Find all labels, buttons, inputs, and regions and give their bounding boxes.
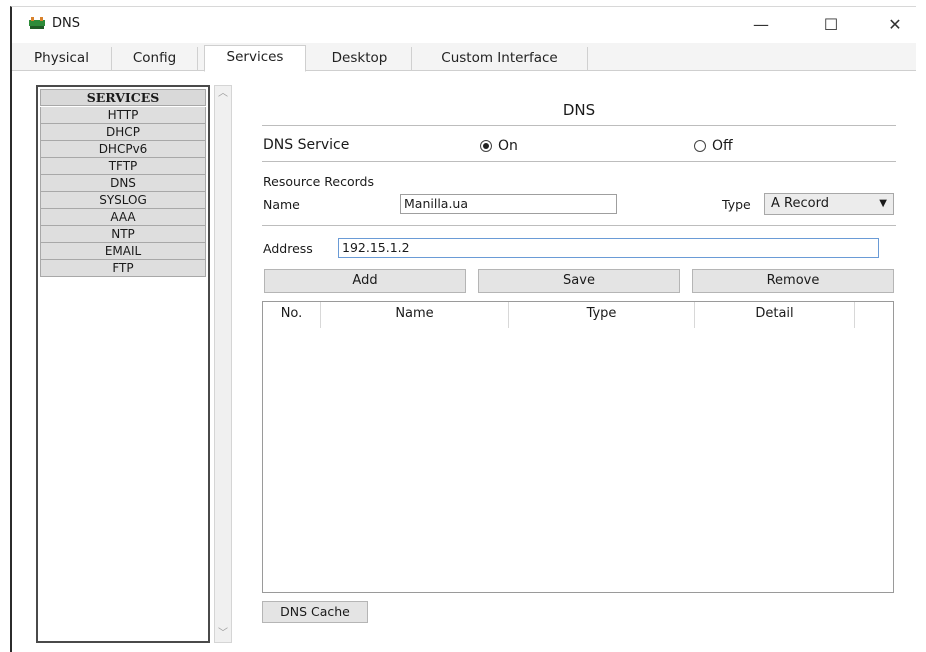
dns-off-label: Off: [712, 138, 733, 154]
tab-custom-interface[interactable]: Custom Interface: [412, 47, 588, 71]
tab-physical[interactable]: Physical: [12, 47, 112, 71]
service-item-ftp[interactable]: FTP: [40, 260, 206, 277]
column-header-detail[interactable]: Detail: [695, 302, 855, 328]
close-button[interactable]: ✕: [872, 7, 918, 41]
dns-window: DNS — ☐ ✕ Physical Config Services Deskt…: [10, 6, 916, 652]
column-header-type[interactable]: Type: [509, 302, 695, 328]
service-item-aaa[interactable]: AAA: [40, 209, 206, 226]
remove-button[interactable]: Remove: [692, 269, 894, 293]
type-select[interactable]: A Record ▼: [764, 193, 894, 215]
radio-checked-icon[interactable]: [480, 140, 492, 152]
name-input[interactable]: Manilla.ua: [400, 194, 617, 214]
dns-on-radio[interactable]: On: [480, 138, 518, 154]
services-list: SERVICES HTTP DHCP DHCPv6 TFTP DNS SYSLO…: [36, 85, 210, 643]
service-item-syslog[interactable]: SYSLOG: [40, 192, 206, 209]
maximize-button[interactable]: ☐: [808, 7, 854, 41]
dns-on-label: On: [498, 138, 518, 154]
dns-off-radio[interactable]: Off: [694, 138, 733, 154]
dropdown-arrow-icon[interactable]: ▼: [879, 194, 887, 214]
dns-panel-title: DNS: [562, 101, 596, 119]
address-label: Address: [263, 241, 313, 256]
network-device-icon: [29, 17, 45, 29]
resource-records-label: Resource Records: [263, 174, 374, 189]
name-label: Name: [263, 197, 300, 212]
dns-service-label: DNS Service: [263, 137, 350, 153]
dns-cache-button[interactable]: DNS Cache: [262, 601, 368, 623]
scroll-down-icon[interactable]: ﹀: [215, 626, 231, 642]
services-header: SERVICES: [40, 89, 206, 106]
window-title: DNS: [52, 16, 80, 31]
service-item-dns[interactable]: DNS: [40, 175, 206, 192]
save-button[interactable]: Save: [478, 269, 680, 293]
column-header-name[interactable]: Name: [321, 302, 509, 328]
services-scrollbar[interactable]: ︿ ﹀: [214, 85, 232, 643]
add-button[interactable]: Add: [264, 269, 466, 293]
divider: [262, 125, 896, 126]
dns-records-table[interactable]: No. Name Type Detail: [262, 301, 894, 593]
service-item-dhcp[interactable]: DHCP: [40, 124, 206, 141]
tab-bar: Physical Config Services Desktop Custom …: [12, 43, 916, 72]
radio-unchecked-icon[interactable]: [694, 140, 706, 152]
service-item-tftp[interactable]: TFTP: [40, 158, 206, 175]
address-input[interactable]: 192.15.1.2: [338, 238, 879, 258]
type-label: Type: [722, 197, 751, 212]
tab-services[interactable]: Services: [204, 45, 306, 72]
type-select-value: A Record: [771, 196, 829, 211]
minimize-button[interactable]: —: [738, 7, 784, 41]
title-bar: DNS — ☐ ✕: [12, 7, 916, 41]
service-item-ntp[interactable]: NTP: [40, 226, 206, 243]
divider: [262, 161, 896, 162]
tab-desktop[interactable]: Desktop: [308, 47, 412, 71]
tab-config[interactable]: Config: [112, 47, 198, 71]
column-header-no[interactable]: No.: [263, 302, 321, 328]
service-item-email[interactable]: EMAIL: [40, 243, 206, 260]
scroll-up-icon[interactable]: ︿: [215, 86, 231, 102]
divider: [262, 225, 896, 226]
service-item-dhcpv6[interactable]: DHCPv6: [40, 141, 206, 158]
service-item-http[interactable]: HTTP: [40, 107, 206, 124]
